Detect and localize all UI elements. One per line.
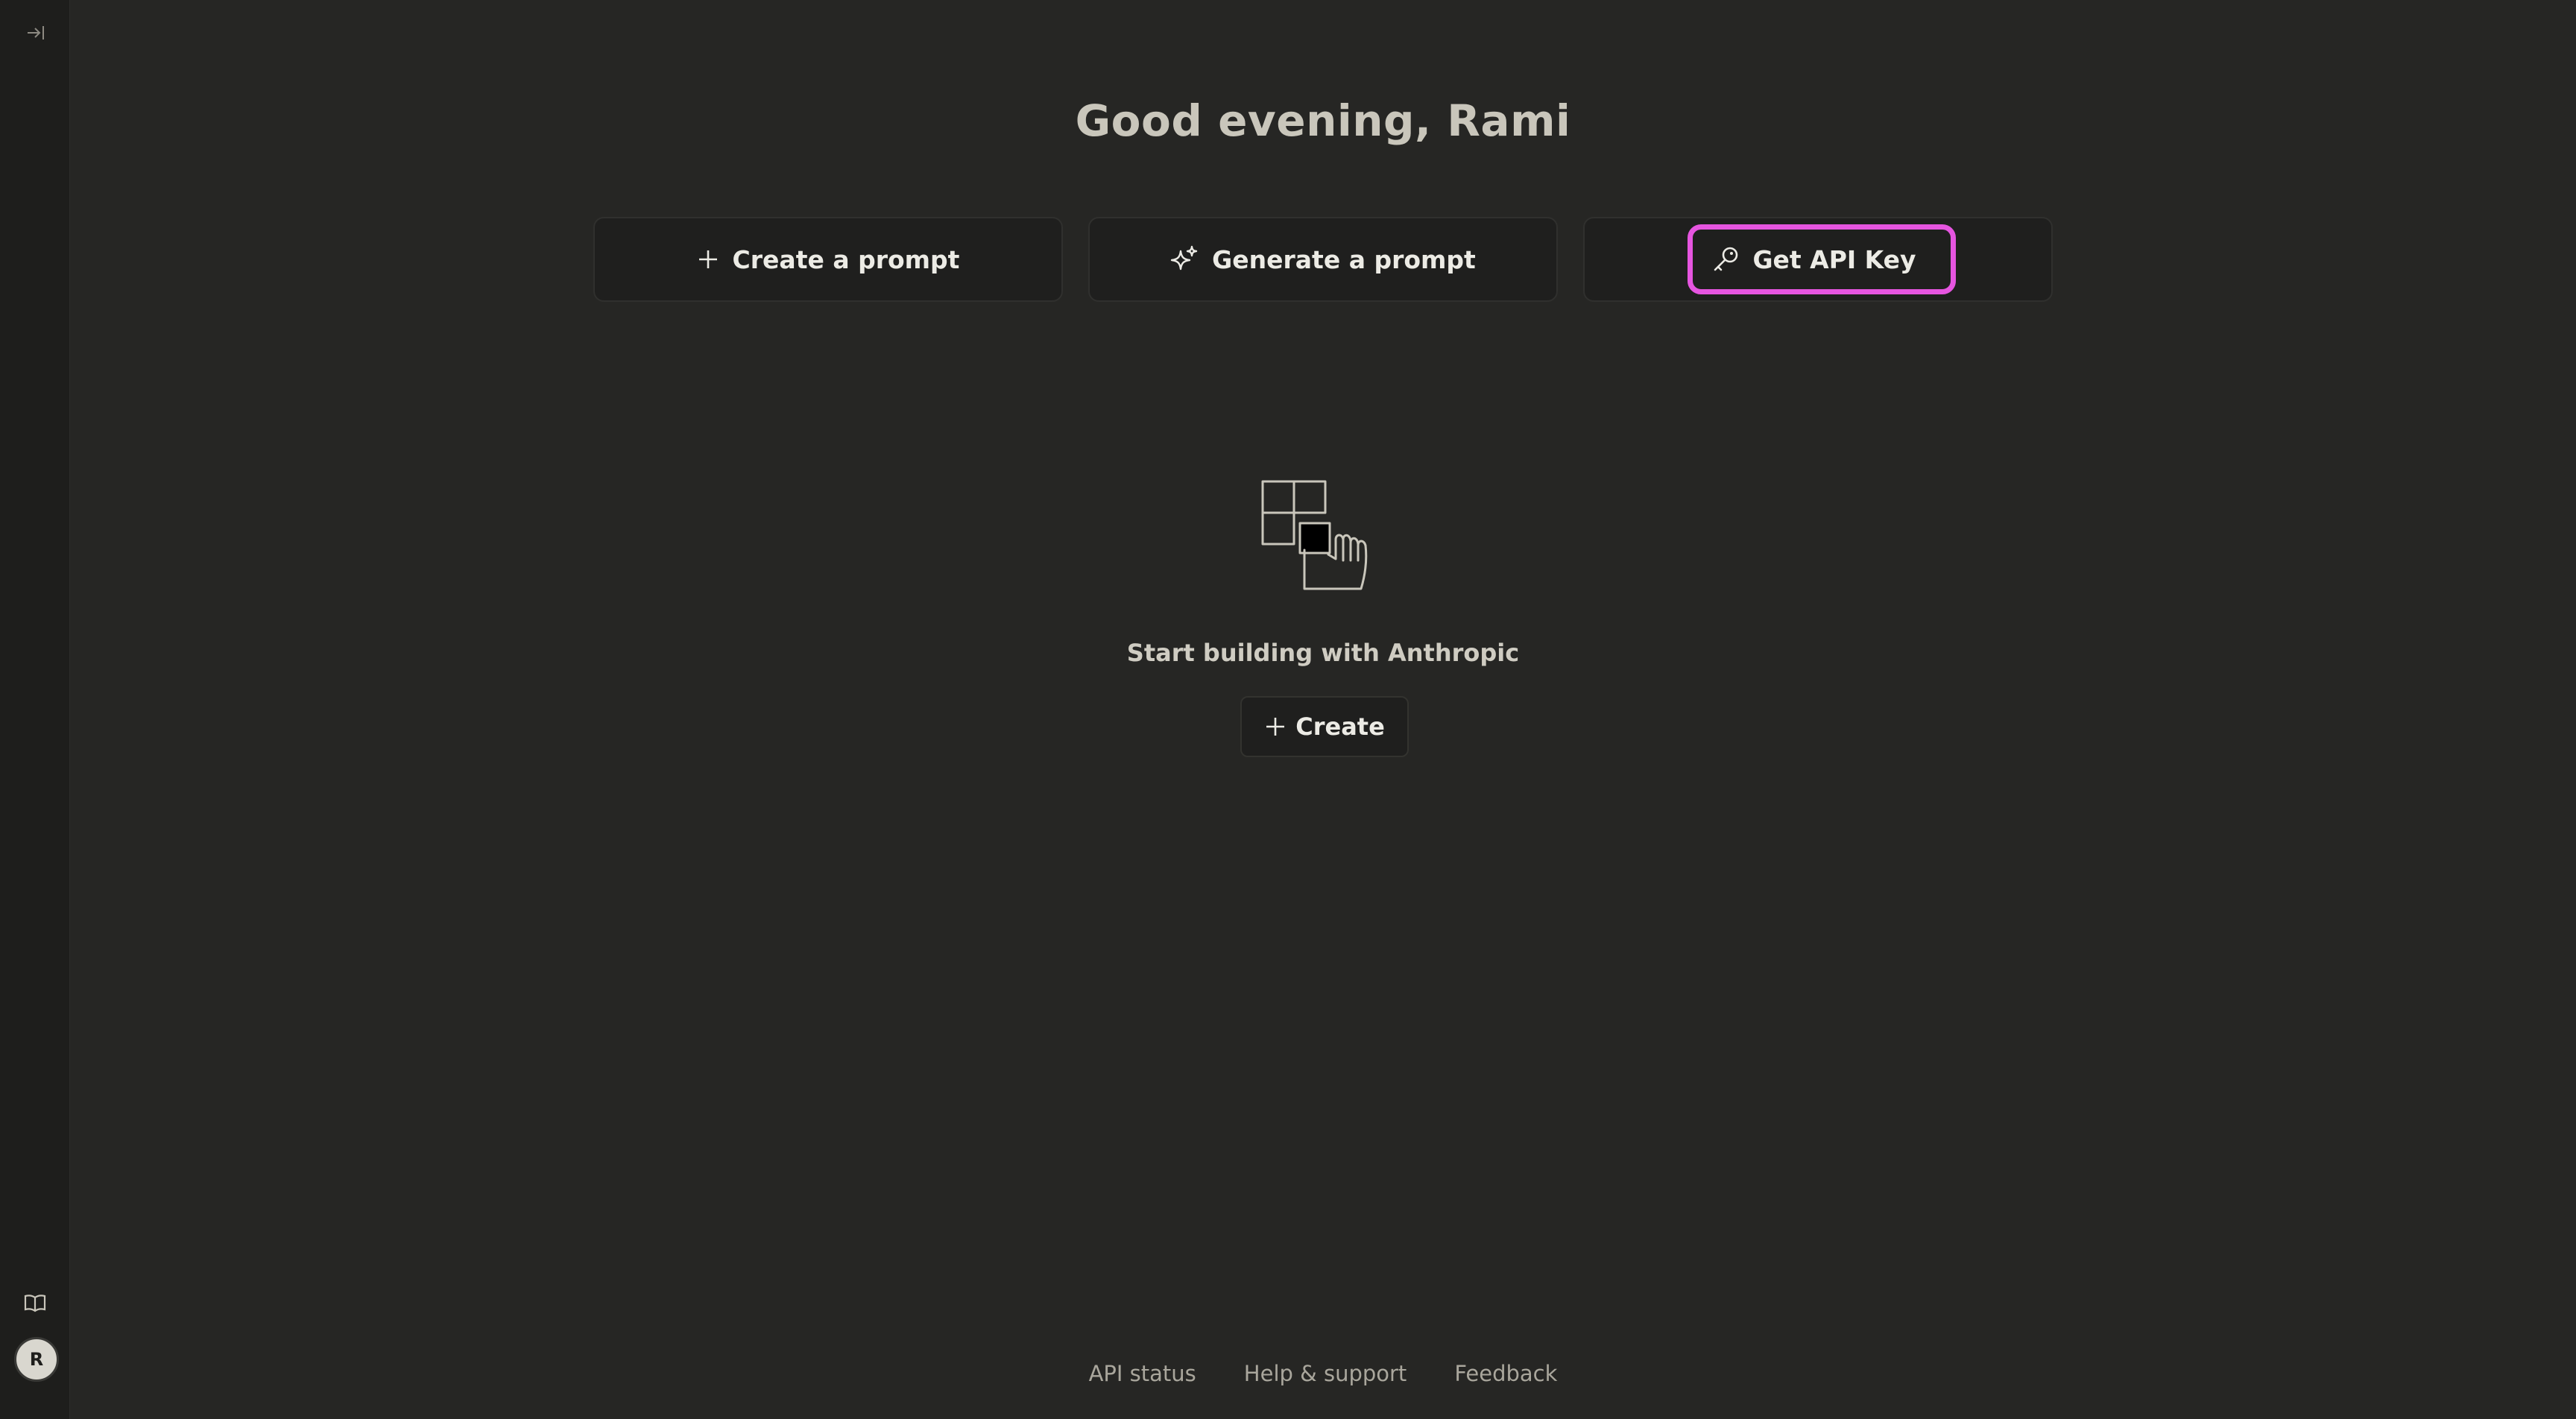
- page-greeting: Good evening, Rami: [1075, 95, 1571, 146]
- generate-prompt-button[interactable]: Generate a prompt: [1088, 217, 1558, 302]
- hand-grabbing-block-illustration: [1254, 477, 1380, 604]
- help-support-link[interactable]: Help & support: [1244, 1361, 1407, 1386]
- create-prompt-label: Create a prompt: [732, 244, 960, 274]
- footer-links: API status Help & support Feedback: [70, 1361, 2576, 1386]
- get-api-key-button[interactable]: Get API Key: [1688, 224, 1956, 294]
- api-status-link[interactable]: API status: [1089, 1361, 1196, 1386]
- create-button[interactable]: Create: [1240, 696, 1409, 757]
- plus-icon: [1264, 715, 1287, 738]
- key-icon: [1712, 245, 1740, 274]
- plus-icon: [697, 248, 719, 271]
- book-icon[interactable]: [20, 1288, 50, 1318]
- sidebar-expand-icon[interactable]: [21, 18, 51, 48]
- feedback-link[interactable]: Feedback: [1454, 1361, 1557, 1386]
- user-avatar[interactable]: R: [14, 1337, 59, 1382]
- avatar-initial: R: [29, 1349, 44, 1370]
- get-api-key-card[interactable]: Get API Key: [1583, 217, 2053, 302]
- main-content: Good evening, Rami Create a prompt Gener…: [70, 0, 2576, 1419]
- sidebar: R: [0, 0, 70, 1419]
- sparkle-icon: [1170, 245, 1199, 274]
- generate-prompt-label: Generate a prompt: [1212, 244, 1476, 274]
- create-label: Create: [1295, 712, 1385, 741]
- empty-state-title: Start building with Anthropic: [1126, 639, 1520, 667]
- create-prompt-button[interactable]: Create a prompt: [593, 217, 1063, 302]
- get-api-key-label: Get API Key: [1752, 244, 1916, 274]
